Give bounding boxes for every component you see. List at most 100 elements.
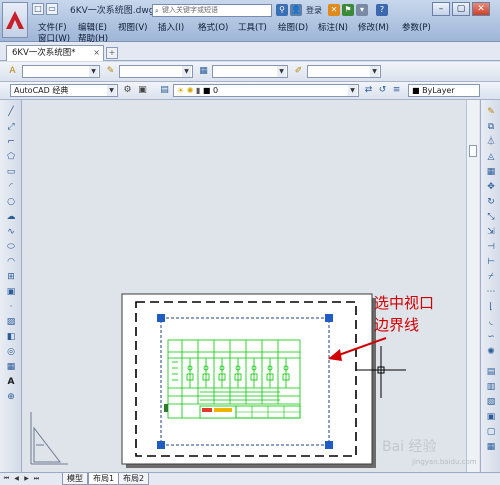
viewport-grip-bottom-left[interactable] [157, 441, 165, 449]
move-icon[interactable]: ✥ [485, 181, 497, 193]
explode-icon[interactable]: ✺ [485, 346, 497, 358]
make-layer-current-icon[interactable]: ⇄ [362, 84, 375, 97]
multileader-style-icon[interactable]: ✐ [292, 65, 305, 78]
document-tab[interactable]: 6KV一次系统图* × [6, 45, 104, 61]
send-back-icon[interactable]: ▧ [485, 396, 497, 408]
mirror-icon[interactable]: ⏃ [485, 136, 497, 148]
layer-previous-icon[interactable]: ↺ [376, 84, 389, 97]
group-icon[interactable]: ▣ [485, 411, 497, 423]
chevron-down-icon: ▼ [107, 85, 116, 96]
erase-icon[interactable]: ✎ [485, 106, 497, 118]
bring-front-icon[interactable]: ▥ [485, 381, 497, 393]
menu-tools[interactable]: 工具(T) [238, 21, 267, 33]
add-selected-icon[interactable]: ⊕ [5, 391, 17, 403]
scrollbar-thumb[interactable] [469, 145, 477, 157]
first-tab-icon[interactable]: ⏮ [2, 474, 11, 484]
menu-parameters[interactable]: 参数(P) [402, 21, 431, 33]
help-icon[interactable]: ? [376, 4, 388, 16]
multileader-style-select[interactable]: ▼ [307, 65, 381, 78]
workspace-select[interactable]: AutoCAD 经典 ▼ [10, 84, 118, 97]
table-style-select[interactable]: ▼ [212, 65, 288, 78]
restore-button[interactable]: ▢ [452, 2, 470, 16]
text-style-select[interactable]: ▼ [22, 65, 100, 78]
next-tab-icon[interactable]: ▶ [22, 474, 31, 484]
new-file-icon[interactable]: □ [32, 3, 44, 15]
tab-layout1[interactable]: 布局1 [88, 473, 120, 485]
login-button[interactable]: 登录 [306, 5, 322, 16]
viewport-grip-top-right[interactable] [325, 314, 333, 322]
ellipse-arc-icon[interactable]: ◠ [5, 256, 17, 268]
viewport-grip-top-left[interactable] [157, 314, 165, 322]
region-icon[interactable]: ◎ [5, 346, 17, 358]
search-input[interactable]: ⌕ 键入关键字或短语 [152, 4, 272, 17]
layer-select[interactable]: ☀ ✺ ▮ ■ 0 ▼ [173, 84, 359, 97]
chamfer-icon[interactable]: ⌊ [485, 301, 497, 313]
dimension-style-icon[interactable]: ✎ [104, 65, 117, 78]
trim-icon[interactable]: ⊣ [485, 241, 497, 253]
layer-properties-icon[interactable]: ▤ [158, 84, 171, 97]
menu-format[interactable]: 格式(O) [198, 21, 228, 33]
ungroup-icon[interactable]: ▢ [485, 426, 497, 438]
circle-icon[interactable]: ○ [5, 196, 17, 208]
menu-view[interactable]: 视图(V) [118, 21, 147, 33]
user-icon[interactable]: 👤 [290, 4, 302, 16]
new-tab-button[interactable]: + [106, 47, 118, 59]
extend-icon[interactable]: ⊢ [485, 256, 497, 268]
multiline-text-icon[interactable]: A [5, 376, 17, 388]
help-dropdown-icon[interactable]: ▾ [356, 4, 368, 16]
fillet-icon[interactable]: ◟ [485, 316, 497, 328]
menu-modify[interactable]: 修改(M) [358, 21, 389, 33]
binoculars-icon[interactable]: ⚲ [276, 4, 288, 16]
hatch-icon[interactable]: ▨ [5, 316, 17, 328]
vertical-scrollbar[interactable] [466, 100, 479, 472]
point-icon[interactable]: · [5, 301, 17, 313]
stretch-icon[interactable]: ⇲ [485, 226, 497, 238]
polyline-icon[interactable]: ⌐ [5, 136, 17, 148]
viewport-grip-bottom-right[interactable] [325, 441, 333, 449]
connect-icon[interactable]: ⚑ [342, 4, 354, 16]
properties-icon[interactable]: ▦ [485, 441, 497, 453]
exchange-icon[interactable]: ✕ [328, 4, 340, 16]
color-select[interactable]: ■ ByLayer [408, 84, 480, 97]
menu-draw[interactable]: 绘图(D) [278, 21, 308, 33]
arc-icon[interactable]: ◜ [5, 181, 17, 193]
previous-tab-icon[interactable]: ◀ [12, 474, 21, 484]
polygon-icon[interactable]: ⬠ [5, 151, 17, 163]
revision-cloud-icon[interactable]: ☁ [5, 211, 17, 223]
make-block-icon[interactable]: ▣ [5, 286, 17, 298]
dimension-style-select[interactable]: ▼ [119, 65, 193, 78]
open-file-icon[interactable]: ▭ [46, 3, 58, 15]
ellipse-icon[interactable]: ⬭ [5, 241, 17, 253]
close-button[interactable]: ✕ [472, 2, 490, 16]
last-tab-icon[interactable]: ⏭ [32, 474, 41, 484]
scale-icon[interactable]: ⤡ [485, 211, 497, 223]
layer-state-icon[interactable]: ≡ [390, 84, 403, 97]
construction-line-icon[interactable]: ⤢ [5, 121, 17, 133]
line-icon[interactable]: ╱ [5, 106, 17, 118]
tab-layout2[interactable]: 布局2 [118, 473, 150, 485]
rectangle-icon[interactable]: ▭ [5, 166, 17, 178]
offset-icon[interactable]: ◬ [485, 151, 497, 163]
workspace-settings-icon[interactable]: ⚙ [121, 84, 134, 97]
minimize-button[interactable]: – [432, 2, 450, 16]
insert-block-icon[interactable]: ⊞ [5, 271, 17, 283]
menu-dimension[interactable]: 标注(N) [318, 21, 348, 33]
join-icon[interactable]: ⋯ [485, 286, 497, 298]
drawing-area[interactable] [22, 100, 480, 472]
draworder-icon[interactable]: ▤ [485, 366, 497, 378]
blend-icon[interactable]: ∽ [485, 331, 497, 343]
workspace-icon[interactable]: ▣ [136, 84, 149, 97]
autocad-logo-icon[interactable] [2, 2, 28, 38]
break-icon[interactable]: ⌿ [485, 271, 497, 283]
menu-insert[interactable]: 插入(I) [158, 21, 184, 33]
array-icon[interactable]: ▦ [485, 166, 497, 178]
text-style-icon[interactable]: A [6, 65, 19, 78]
table-icon[interactable]: ▦ [5, 361, 17, 373]
close-tab-icon[interactable]: × [93, 46, 100, 60]
table-style-icon[interactable]: ▦ [197, 65, 210, 78]
rotate-icon[interactable]: ↻ [485, 196, 497, 208]
tab-model[interactable]: 模型 [62, 473, 88, 485]
spline-icon[interactable]: ∿ [5, 226, 17, 238]
copy-icon[interactable]: ⧉ [485, 121, 497, 133]
gradient-icon[interactable]: ◧ [5, 331, 17, 343]
